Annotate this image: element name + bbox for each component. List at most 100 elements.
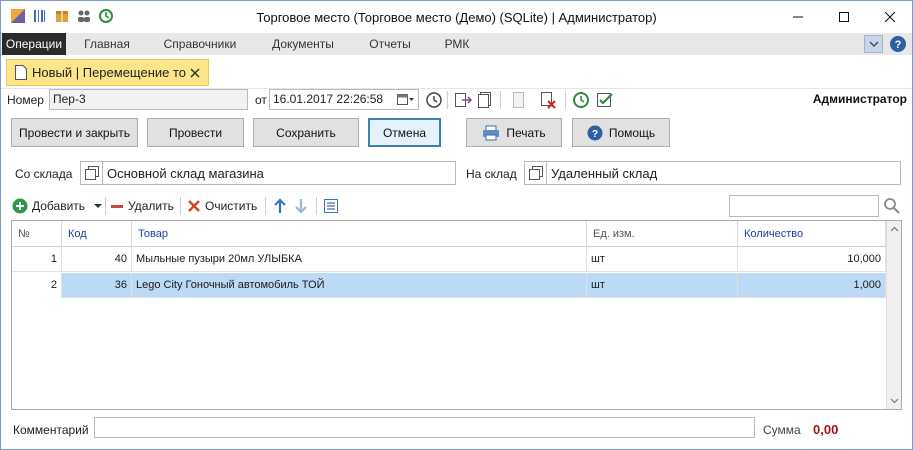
arrow-up-icon[interactable]	[272, 198, 288, 214]
cell-unit: шт	[587, 247, 738, 272]
document-icon	[15, 65, 27, 80]
save-label: Сохранить	[276, 125, 336, 140]
delete-label: Удалить	[128, 199, 174, 213]
minimize-button[interactable]	[775, 1, 821, 33]
cell-quantity: 1,000	[738, 273, 886, 298]
cancel-label: Отмена	[382, 125, 427, 140]
clear-label: Очистить	[205, 199, 258, 213]
col-item[interactable]: Товар	[132, 221, 587, 247]
document-tab[interactable]: Новый | Перемещение то...	[6, 59, 209, 86]
cell-number: 2	[12, 273, 62, 298]
sum-value: 0,00	[813, 422, 839, 437]
document-header: Номер Пер-3 от 16.01.2017 22:26:58 Админ…	[1, 89, 912, 111]
menu-directories[interactable]: Справочники	[153, 33, 247, 55]
ribbon-collapse-button[interactable]	[864, 35, 883, 53]
menu-home[interactable]: Главная	[74, 33, 140, 55]
table-header: № Код Товар Ед. изм. Количество	[12, 221, 886, 247]
history-icon[interactable]	[572, 91, 590, 109]
clear-button[interactable]: Очистить	[187, 197, 257, 215]
app-window: Торговое место (Торговое место (Демо) (S…	[0, 0, 913, 450]
to-warehouse-label: На склад	[466, 167, 517, 181]
print-button[interactable]: Печать	[466, 118, 562, 147]
from-warehouse-value: Основной склад магазина	[107, 165, 264, 181]
delete-button[interactable]: Удалить	[110, 197, 174, 215]
calendar-dropdown-icon[interactable]	[397, 93, 415, 106]
date-label: от	[255, 93, 267, 107]
vertical-scrollbar[interactable]	[886, 221, 901, 409]
arrow-down-icon[interactable]	[293, 198, 309, 214]
document-tab-label: Новый | Перемещение то...	[32, 65, 187, 80]
col-number[interactable]: №	[12, 221, 62, 247]
to-warehouse-value: Удаленный склад	[551, 165, 658, 181]
from-warehouse-field[interactable]: Основной склад магазина	[80, 161, 456, 185]
delete-document-icon[interactable]	[539, 91, 557, 109]
scroll-up-icon[interactable]	[890, 225, 899, 234]
menu-documents[interactable]: Документы	[260, 33, 346, 55]
scroll-down-icon[interactable]	[890, 396, 899, 405]
help-icon: ?	[587, 125, 603, 140]
col-unit[interactable]: Ед. изм.	[587, 221, 738, 247]
current-user: Администратор	[812, 92, 907, 106]
print-label: Печать	[506, 125, 546, 140]
col-quantity[interactable]: Количество	[738, 221, 886, 247]
blank-document-icon[interactable]	[509, 91, 527, 109]
date-value: 16.01.2017 22:26:58	[273, 92, 384, 106]
separator	[105, 197, 106, 215]
separator	[500, 91, 501, 109]
post-label: Провести	[168, 125, 223, 140]
post-and-close-button[interactable]: Провести и закрыть	[11, 118, 138, 147]
checklist-icon[interactable]	[596, 91, 614, 109]
cell-item: Мыльные пузыри 20мл УЛЫБКА	[132, 247, 587, 272]
svg-text:?: ?	[592, 129, 598, 140]
save-button[interactable]: Сохранить	[253, 118, 359, 147]
title-bar: Торговое место (Торговое место (Демо) (S…	[1, 1, 912, 33]
clear-icon	[188, 200, 200, 212]
separator	[316, 197, 317, 215]
add-dropdown-icon[interactable]	[93, 202, 103, 210]
add-icon	[12, 198, 28, 214]
date-field[interactable]: 16.01.2017 22:26:58	[269, 89, 419, 110]
add-label: Добавить	[32, 199, 86, 213]
help-icon[interactable]: ?	[889, 35, 907, 53]
minimize-icon	[793, 16, 803, 18]
number-label: Номер	[7, 93, 44, 107]
sum-label: Сумма	[763, 423, 801, 437]
add-button[interactable]: Добавить	[12, 197, 103, 215]
post-button[interactable]: Провести	[147, 118, 244, 147]
cell-number: 1	[12, 247, 62, 272]
number-field[interactable]: Пер-3	[49, 89, 248, 110]
cell-code: 40	[62, 247, 132, 272]
cell-item: Lego City Гоночный автомобиль ТОЙ	[132, 273, 587, 298]
cell-unit: шт	[587, 273, 738, 298]
col-code[interactable]: Код	[62, 221, 132, 247]
menu-reports[interactable]: Отчеты	[357, 33, 423, 55]
comment-input[interactable]	[94, 417, 755, 438]
copy-icon[interactable]	[476, 91, 494, 109]
help-button[interactable]: ? Помощь	[572, 118, 670, 147]
select-warehouse-button[interactable]	[81, 162, 103, 184]
separator	[447, 91, 448, 109]
post-and-close-label: Провести и закрыть	[19, 125, 130, 140]
table-row-selected[interactable]: 2 36 Lego City Гоночный автомобиль ТОЙ ш…	[12, 273, 886, 298]
clock-icon[interactable]	[425, 91, 443, 109]
close-window-button[interactable]	[867, 1, 913, 33]
cancel-button[interactable]: Отмена	[368, 118, 441, 147]
table-row[interactable]: 1 40 Мыльные пузыри 20мл УЛЫБКА шт 10,00…	[12, 247, 886, 272]
search-icon[interactable]	[883, 197, 901, 215]
export-icon[interactable]	[454, 91, 472, 109]
comment-label: Комментарий	[13, 423, 89, 437]
grid-search-input[interactable]	[729, 195, 879, 217]
pages-icon	[528, 166, 543, 180]
separator	[565, 91, 566, 109]
maximize-icon	[839, 12, 849, 22]
list-icon[interactable]	[323, 198, 339, 214]
menu-operations[interactable]: Операции	[2, 33, 66, 55]
to-warehouse-field[interactable]: Удаленный склад	[524, 161, 901, 185]
document-tabs: Новый | Перемещение то...	[1, 55, 912, 89]
close-tab-icon[interactable]	[188, 66, 202, 80]
maximize-button[interactable]	[821, 1, 867, 33]
ribbon-menu: Операции Главная Справочники Документы О…	[1, 33, 912, 55]
menu-pos[interactable]: РМК	[432, 33, 482, 55]
select-warehouse-button[interactable]	[525, 162, 547, 184]
pages-icon	[84, 166, 99, 180]
